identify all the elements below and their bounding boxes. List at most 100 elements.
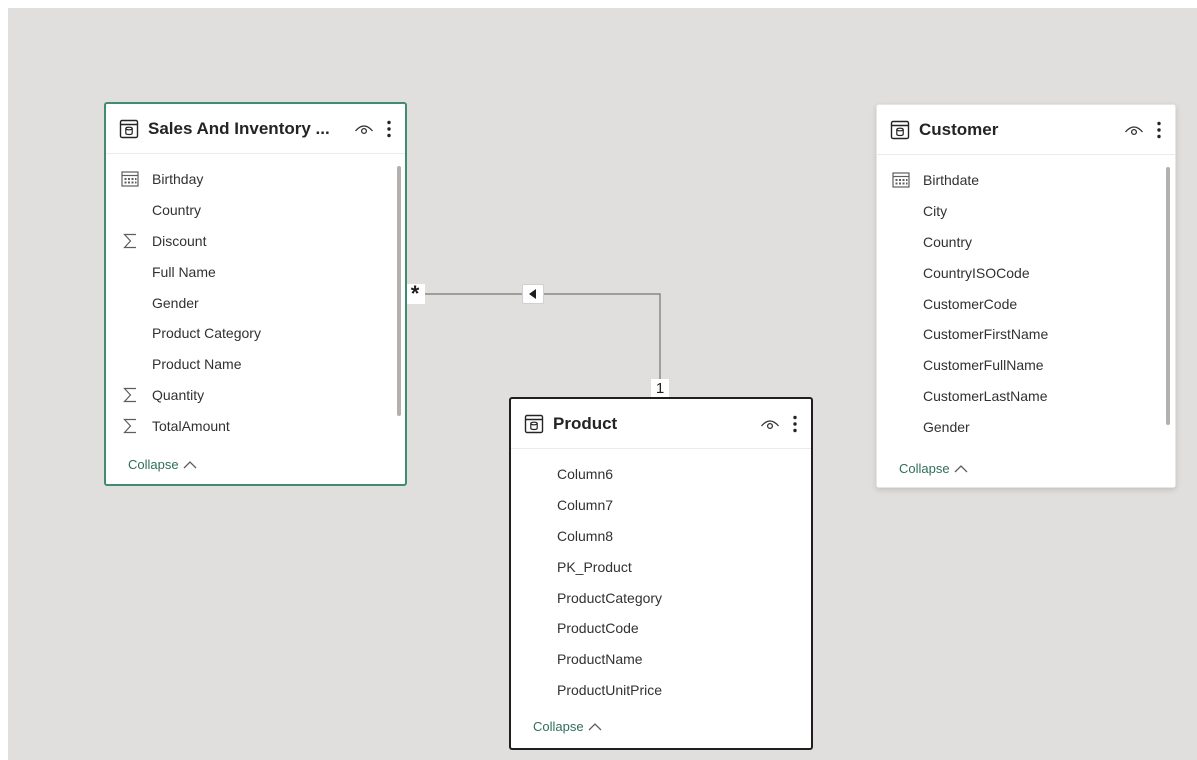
field-label: Quantity bbox=[152, 386, 205, 403]
field-row[interactable]: PK_Product bbox=[511, 551, 811, 582]
field-icon-placeholder bbox=[891, 202, 911, 220]
table-title: Sales And Inventory ... bbox=[148, 118, 330, 138]
field-icon-placeholder bbox=[120, 355, 140, 373]
sigma-icon bbox=[120, 232, 140, 250]
table-card-customer[interactable]: Customer Birthdate City Country CountryISOC… bbox=[876, 104, 1176, 488]
field-row[interactable]: Full Name bbox=[106, 256, 405, 287]
sigma-icon bbox=[120, 386, 140, 404]
table-card-header[interactable]: Sales And Inventory ... bbox=[106, 104, 405, 154]
field-label: City bbox=[923, 203, 948, 220]
table-card-product[interactable]: Product Column6 Column7 Column8 PK_Product P… bbox=[509, 397, 813, 750]
field-list-scrollbar[interactable] bbox=[1166, 167, 1170, 425]
field-label: Full Name bbox=[152, 263, 216, 280]
field-label: CustomerCode bbox=[923, 295, 1018, 312]
field-icon-placeholder bbox=[891, 418, 911, 436]
field-row[interactable]: Column8 bbox=[511, 521, 811, 552]
field-row[interactable]: Discount bbox=[106, 226, 405, 257]
field-label: ProductCategory bbox=[557, 589, 663, 606]
field-label: TotalAmount bbox=[152, 417, 230, 434]
field-row[interactable]: CountryISOCode bbox=[877, 257, 1175, 288]
table-card-header[interactable]: Product bbox=[511, 399, 811, 449]
table-icon bbox=[118, 118, 140, 140]
collapse-button[interactable]: Collapse bbox=[128, 457, 197, 472]
field-icon-placeholder bbox=[891, 387, 911, 405]
field-label: CustomerLastName bbox=[923, 387, 1048, 404]
field-row[interactable]: Product Name bbox=[106, 349, 405, 380]
field-row[interactable]: ProductCode bbox=[511, 613, 811, 644]
visibility-eye-icon[interactable] bbox=[353, 118, 375, 140]
field-list: Birthday Country Discount Full Name Gender Pr… bbox=[106, 154, 405, 441]
more-options-icon[interactable] bbox=[381, 118, 397, 140]
field-row[interactable]: Gender bbox=[106, 287, 405, 318]
field-row[interactable]: ProductCategory bbox=[511, 582, 811, 613]
relationship-one-marker: 1 bbox=[651, 379, 669, 397]
more-options-icon[interactable] bbox=[1151, 119, 1167, 141]
field-row[interactable]: City bbox=[877, 196, 1175, 227]
field-row[interactable]: TotalAmount bbox=[106, 410, 405, 441]
cross-filter-direction-marker[interactable] bbox=[522, 284, 544, 304]
field-row[interactable]: Country bbox=[106, 195, 405, 226]
table-card-sales-and-inventory[interactable]: Sales And Inventory ... Birthday Country D… bbox=[104, 102, 407, 486]
visibility-eye-icon[interactable] bbox=[759, 413, 781, 435]
field-row[interactable]: ProductUnitPrice bbox=[511, 675, 811, 706]
collapse-label: Collapse bbox=[128, 457, 179, 472]
field-label: Discount bbox=[152, 232, 207, 249]
field-label: Column6 bbox=[557, 466, 614, 483]
visibility-eye-icon[interactable] bbox=[1123, 119, 1145, 141]
field-row[interactable]: Country bbox=[877, 227, 1175, 258]
field-label: Country bbox=[152, 202, 202, 219]
table-title: Product bbox=[553, 413, 618, 433]
field-icon-placeholder bbox=[525, 558, 545, 576]
field-icon-placeholder bbox=[891, 295, 911, 313]
collapse-button[interactable]: Collapse bbox=[899, 461, 968, 476]
field-row[interactable]: Column6 bbox=[511, 459, 811, 490]
field-row[interactable]: ProductName bbox=[511, 644, 811, 675]
field-icon-placeholder bbox=[525, 681, 545, 699]
field-icon-placeholder bbox=[891, 233, 911, 251]
more-options-icon[interactable] bbox=[787, 413, 803, 435]
field-row[interactable]: Column7 bbox=[511, 490, 811, 521]
field-icon-placeholder bbox=[891, 264, 911, 282]
field-label: Country bbox=[923, 233, 973, 250]
field-label: CustomerFullName bbox=[923, 357, 1044, 374]
field-label: Birthdate bbox=[923, 172, 980, 189]
relationship-many-marker: * bbox=[405, 283, 425, 305]
field-label: Product Name bbox=[152, 356, 242, 373]
triangle-left-icon bbox=[529, 289, 536, 299]
field-row[interactable]: Birthdate bbox=[877, 165, 1175, 196]
field-label: ProductUnitPrice bbox=[557, 681, 663, 698]
field-row[interactable]: CustomerCode bbox=[877, 288, 1175, 319]
calendar-icon bbox=[120, 170, 140, 188]
field-row[interactable]: Quantity bbox=[106, 380, 405, 411]
field-row[interactable]: CustomerLastName bbox=[877, 381, 1175, 412]
field-icon-placeholder bbox=[525, 496, 545, 514]
field-label: Gender bbox=[923, 418, 970, 435]
collapse-button[interactable]: Collapse bbox=[533, 719, 602, 734]
chevron-up-icon bbox=[183, 460, 197, 469]
field-label: Column8 bbox=[557, 527, 614, 544]
field-row[interactable]: Birthday bbox=[106, 164, 405, 195]
calendar-icon bbox=[891, 171, 911, 189]
chevron-up-icon bbox=[588, 722, 602, 731]
field-icon-placeholder bbox=[891, 325, 911, 343]
field-icon-placeholder bbox=[120, 201, 140, 219]
field-list-scrollbar[interactable] bbox=[397, 166, 401, 416]
field-row[interactable]: CustomerFirstName bbox=[877, 319, 1175, 350]
field-icon-placeholder bbox=[525, 527, 545, 545]
field-row[interactable]: Gender bbox=[877, 411, 1175, 442]
field-icon-placeholder bbox=[891, 356, 911, 374]
field-icon-placeholder bbox=[120, 294, 140, 312]
field-label: CountryISOCode bbox=[923, 264, 1030, 281]
chevron-up-icon bbox=[954, 464, 968, 473]
field-label: PK_Product bbox=[557, 558, 632, 575]
field-row[interactable]: Product Category bbox=[106, 318, 405, 349]
field-icon-placeholder bbox=[525, 619, 545, 637]
table-icon bbox=[523, 413, 545, 435]
field-icon-placeholder bbox=[120, 263, 140, 281]
table-card-header[interactable]: Customer bbox=[877, 105, 1175, 155]
collapse-label: Collapse bbox=[533, 719, 584, 734]
sigma-icon bbox=[120, 417, 140, 435]
field-label: Birthday bbox=[152, 171, 204, 188]
field-row[interactable]: CustomerFullName bbox=[877, 350, 1175, 381]
field-list: Birthdate City Country CountryISOCode Custom… bbox=[877, 155, 1175, 442]
